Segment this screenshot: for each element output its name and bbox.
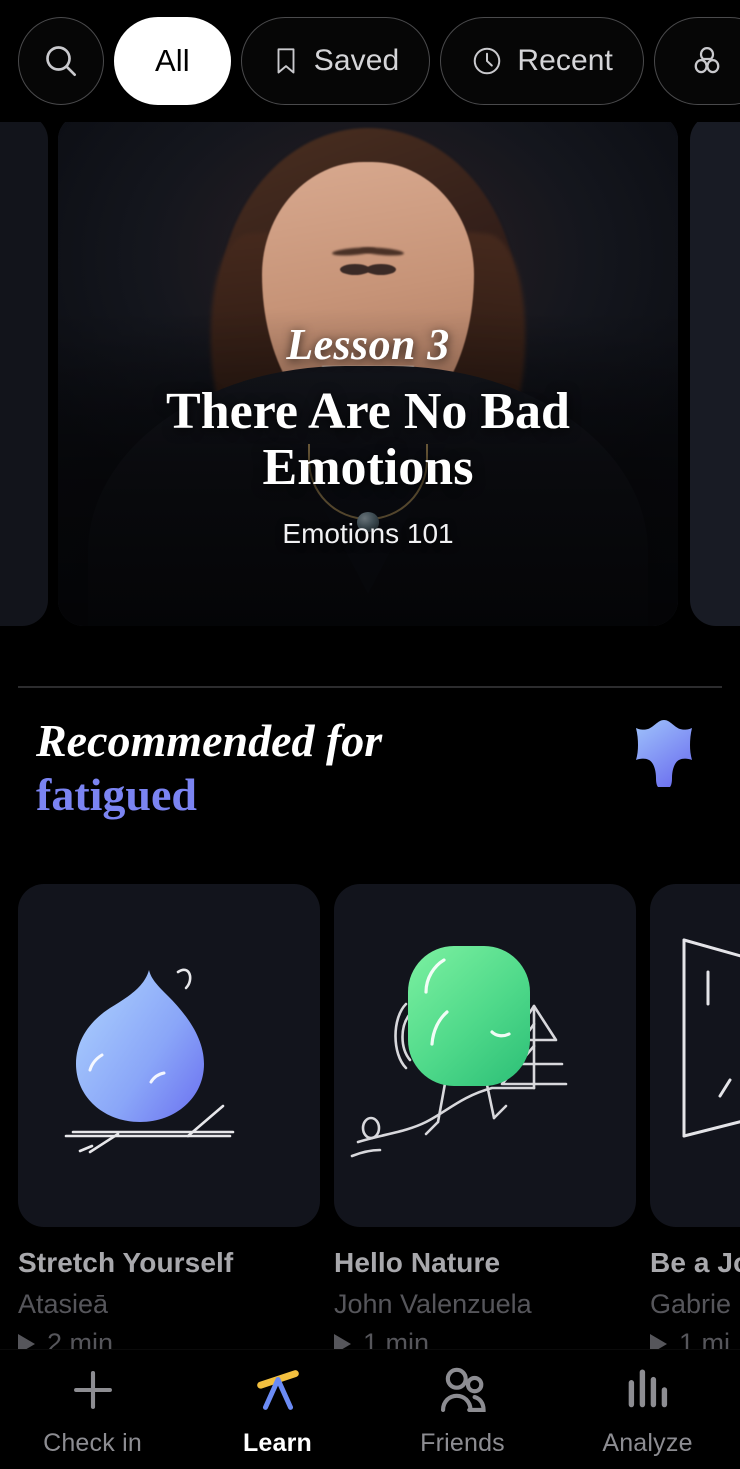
filter-chip-saved[interactable]: Saved (240, 17, 431, 105)
search-icon (41, 41, 81, 81)
telescope-icon (251, 1361, 305, 1419)
nav-label-learn: Learn (242, 1429, 313, 1457)
recommended-section-header: Recommended for fatigued (0, 700, 740, 850)
recommendation-title: Be a Jo (650, 1247, 740, 1278)
hero-card-next[interactable] (690, 114, 740, 626)
filter-chip-mood[interactable] (654, 17, 740, 105)
recommendation-title: Hello Nature (334, 1247, 501, 1278)
bottom-navigation: Check in Learn Friends Analyze (0, 1349, 740, 1469)
nav-item-learn[interactable]: Learn (185, 1350, 370, 1469)
recommendations-carousel[interactable]: Stretch Yourself Atasieā 2 min Hello Nat… (0, 884, 740, 1358)
filter-chip-recent[interactable]: Recent (440, 17, 644, 105)
hero-eyebrow: Lesson 3 (286, 319, 450, 369)
nav-item-analyze[interactable]: Analyze (555, 1350, 740, 1469)
search-button[interactable] (18, 17, 104, 105)
nav-label-check-in: Check in (43, 1429, 142, 1457)
yellow-sunburst-window-icon (650, 884, 740, 1227)
bookmark-icon (272, 46, 300, 76)
filter-bar: All Saved Recent (0, 0, 740, 122)
mood-blob-icon[interactable] (630, 718, 698, 788)
recommendation-card[interactable]: Be a Jo Gabrie 1 mi (650, 884, 740, 1359)
hero-carousel[interactable]: Lesson 3 There Are No Bad Emotions Emoti… (0, 108, 740, 638)
green-blob-hiking-icon (334, 884, 636, 1227)
recommendation-card[interactable]: Stretch Yourself Atasieā 2 min (18, 884, 320, 1359)
recommendation-author: Atasieā (18, 1289, 109, 1319)
page-title: Recommended for fatigued (36, 714, 382, 823)
hero-text-block: Lesson 3 There Are No Bad Emotions Emoti… (58, 319, 678, 550)
bar-chart-icon (621, 1361, 675, 1419)
nav-label-analyze: Analyze (602, 1429, 693, 1457)
plus-icon (67, 1361, 119, 1419)
hero-card-previous[interactable] (0, 114, 48, 626)
hero-title: There Are No Bad Emotions (166, 382, 570, 496)
clock-icon (471, 45, 503, 77)
nav-label-friends: Friends (420, 1429, 505, 1457)
section-title-line2: fatigued (36, 769, 197, 821)
filter-chip-saved-label: Saved (313, 44, 400, 77)
recommendation-author: John Valenzuela (334, 1289, 532, 1319)
nav-item-friends[interactable]: Friends (370, 1350, 555, 1469)
filter-chip-recent-label: Recent (517, 44, 613, 77)
section-divider (18, 686, 722, 688)
filter-chip-all[interactable]: All (114, 17, 231, 105)
filter-chip-all-label: All (155, 43, 190, 78)
flower-icon (689, 43, 725, 79)
recommendation-card[interactable]: Hello Nature John Valenzuela 1 min (334, 884, 636, 1359)
nav-item-check-in[interactable]: Check in (0, 1350, 185, 1469)
blue-droplet-stretching-icon (18, 884, 320, 1227)
section-title-line1: Recommended for (36, 715, 383, 766)
recommendation-author: Gabrie (650, 1289, 732, 1319)
recommendation-title: Stretch Yourself (18, 1247, 234, 1278)
people-icon (436, 1361, 490, 1419)
hero-subtitle: Emotions 101 (282, 518, 454, 549)
hero-card-current[interactable]: Lesson 3 There Are No Bad Emotions Emoti… (58, 114, 678, 626)
